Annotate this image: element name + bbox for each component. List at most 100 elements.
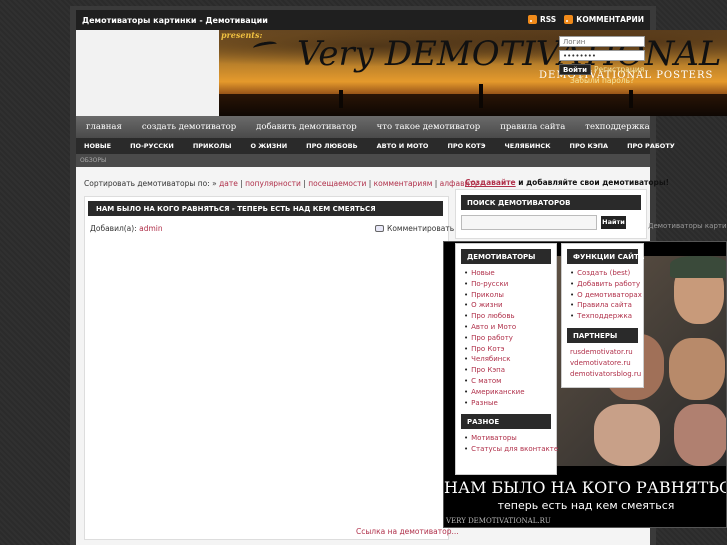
sort-by-comments[interactable]: комментариям [374, 179, 433, 188]
category-love[interactable]: ПРО ЛЮБОВЬ [298, 142, 368, 150]
sort-label: Сортировать демотиваторы по: [84, 179, 213, 188]
demotivator-caption: НАМ БЫЛО НА КОГО РАВНЯТЬСЯ [444, 478, 727, 497]
sidebar-link[interactable]: О демотиваторах [570, 290, 642, 301]
comment-icon [375, 225, 384, 232]
banner-presents: presents: [221, 30, 263, 40]
sidebar-link[interactable]: Техподдержка [570, 311, 635, 322]
nav-item-home[interactable]: главная [76, 122, 132, 132]
sidebar-link[interactable]: Про работу [464, 333, 548, 344]
sidebar-link[interactable]: О жизни [464, 300, 548, 311]
nav-item-about[interactable]: что такое демотиватор [367, 122, 491, 132]
login-actions: Войти Регистрация [559, 64, 645, 75]
sort-by-views[interactable]: посещаемости [308, 179, 366, 188]
category-new[interactable]: НОВЫЕ [76, 142, 122, 150]
post-title[interactable]: НАМ БЫЛО НА КОГО РАВНЯТЬСЯ - ТЕПЕРЬ ЕСТЬ… [88, 201, 443, 216]
nav-item-add[interactable]: добавить демотиватор [246, 122, 367, 132]
tree-silhouette [479, 84, 483, 108]
sidebar-link[interactable]: Новые [464, 268, 548, 279]
sidebar-link[interactable]: Мотиваторы [464, 433, 548, 444]
partner-link[interactable]: demotivatorsblog.ru [570, 369, 641, 380]
nav-item-support[interactable]: техподдержка [575, 122, 659, 132]
sidebar-link[interactable]: Разные [464, 398, 548, 409]
sidebar-demotivators: ДЕМОТИВАТОРЫ Новые По-русски Приколы О ж… [455, 243, 558, 475]
sidebar-link[interactable]: Правила сайта [570, 300, 635, 311]
sidebar-link[interactable]: Про Котэ [464, 344, 548, 355]
sidebar-link[interactable]: С матом [464, 376, 548, 387]
login-button[interactable]: Войти [559, 64, 592, 75]
sidebar-link[interactable]: Добавить работу [570, 279, 640, 290]
partner-link[interactable]: vdemotivatore.ru [570, 358, 635, 369]
comments-feed-label: КОММЕНТАРИИ [576, 15, 644, 24]
sub-bar-text[interactable]: ОБЗОРЫ [76, 154, 650, 167]
password-input[interactable] [559, 50, 645, 61]
site-logo: Very DEMOTIVATIONAL [297, 34, 722, 74]
sidebar-link[interactable]: Авто и Мото [464, 322, 548, 333]
login-form: Войти Регистрация Забыли пароль? [559, 36, 645, 85]
category-chelyabinsk[interactable]: ЧЕЛЯБИНСК [497, 142, 562, 150]
category-cats[interactable]: ПРО КОТЭ [439, 142, 496, 150]
author-link[interactable]: admin [139, 224, 163, 233]
category-cap[interactable]: ПРО КЭПА [562, 142, 620, 150]
register-link[interactable]: Регистрация [594, 65, 644, 74]
sidebar-demotivators-list: Новые По-русски Приколы О жизни Про любо… [456, 264, 556, 412]
nav-item-create[interactable]: создать демотиватор [132, 122, 246, 132]
sidebar-link[interactable]: Про любовь [464, 311, 548, 322]
login-input[interactable] [559, 36, 645, 47]
category-russian[interactable]: ПО-РУССКИ [122, 142, 185, 150]
post-card [84, 196, 449, 540]
search-input[interactable] [461, 215, 597, 230]
sort-by-popularity[interactable]: популярности [245, 179, 301, 188]
site-banner[interactable]: presents: Very DEMOTIVATIONAL DEMOTIVATI… [219, 30, 727, 116]
top-bar: Демотиваторы картинки - Демотивации RSS … [76, 10, 650, 32]
comments-feed-link[interactable]: КОММЕНТАРИИ [564, 15, 644, 24]
sidebar-link[interactable]: По-русски [464, 279, 548, 290]
photo-face [669, 338, 725, 400]
category-life[interactable]: О ЖИЗНИ [242, 142, 298, 150]
sidebar-partners-heading: ПАРТНЕРЫ [567, 327, 638, 343]
site-title[interactable]: Демотиваторы картинки - Демотивации [82, 16, 268, 25]
photo-hat [670, 256, 726, 278]
sidebar-partners-list: rusdemotivator.ru vdemotivatore.ru demot… [562, 343, 643, 383]
sidebar-link[interactable]: Создать (best) [570, 268, 635, 279]
sort-bar: Сортировать демотиваторы по: » дате | по… [84, 179, 479, 188]
header-left-panel [76, 30, 219, 116]
sidebar-link[interactable]: Приколы [464, 290, 548, 301]
rss-label: RSS [539, 15, 557, 24]
demotivator-watermark: VERY DEMOTIVATIONAL.RU [446, 517, 551, 525]
search-button[interactable]: Найти [601, 216, 626, 229]
sidebar-link[interactable]: Статусы для вконтакте [464, 444, 558, 455]
create-cta: Создавайте и добавляйте свои демотиватор… [465, 178, 669, 187]
sort-by-date[interactable]: дате [219, 179, 238, 188]
category-nav: НОВЫЕ ПО-РУССКИ ПРИКОЛЫ О ЖИЗНИ ПРО ЛЮБО… [76, 138, 675, 154]
comment-label: Комментировать [387, 224, 455, 233]
create-cta-text: и добавляйте свои демотиваторы! [515, 178, 670, 187]
main-nav: главная создать демотиватор добавить дем… [76, 116, 650, 138]
sidebar-misc-heading: РАЗНОЕ [461, 414, 551, 430]
category-jokes[interactable]: ПРИКОЛЫ [185, 142, 243, 150]
tree-silhouette [339, 90, 343, 108]
sidebar-link[interactable]: Челябинск [464, 354, 548, 365]
partner-link[interactable]: rusdemotivator.ru [570, 347, 635, 358]
search-heading: ПОИСК ДЕМОТИВАТОРОВ [461, 195, 641, 210]
sidebar-functions-list: Создать (best) Добавить работу О демотив… [562, 264, 643, 326]
search-widget: ПОИСК ДЕМОТИВАТОРОВ [455, 189, 647, 239]
sidebar-functions-heading: ФУНКЦИИ САЙТА [567, 249, 644, 264]
comment-link[interactable]: Комментировать [375, 224, 454, 233]
photo-face [594, 404, 660, 466]
permalink[interactable]: Ссылка на демотиватор... [356, 527, 459, 536]
sidebar-link[interactable]: Про Кэпа [464, 365, 548, 376]
sidebar-functions: ФУНКЦИИ САЙТА Создать (best) Добавить ра… [561, 243, 644, 388]
sidebar-link[interactable]: Американские [464, 387, 548, 398]
demotivator-subcaption: теперь есть над кем смеяться [497, 499, 675, 512]
create-link[interactable]: Создавайте [465, 178, 516, 187]
sidebar-demotivators-heading: ДЕМОТИВАТОРЫ [461, 249, 551, 264]
post-meta: Добавил(а): admin [90, 224, 163, 233]
feed-links: RSS КОММЕНТАРИИ [527, 15, 644, 24]
forgot-password-link[interactable]: Забыли пароль? [570, 76, 645, 85]
banner-ground [219, 94, 727, 116]
rss-link[interactable]: RSS [527, 15, 557, 24]
category-auto[interactable]: АВТО И МОТО [369, 142, 440, 150]
nav-item-rules[interactable]: правила сайта [490, 122, 575, 132]
category-work[interactable]: ПРО РАБОТУ [619, 142, 686, 150]
ghost-text: Демотиваторы картинки [648, 222, 727, 230]
